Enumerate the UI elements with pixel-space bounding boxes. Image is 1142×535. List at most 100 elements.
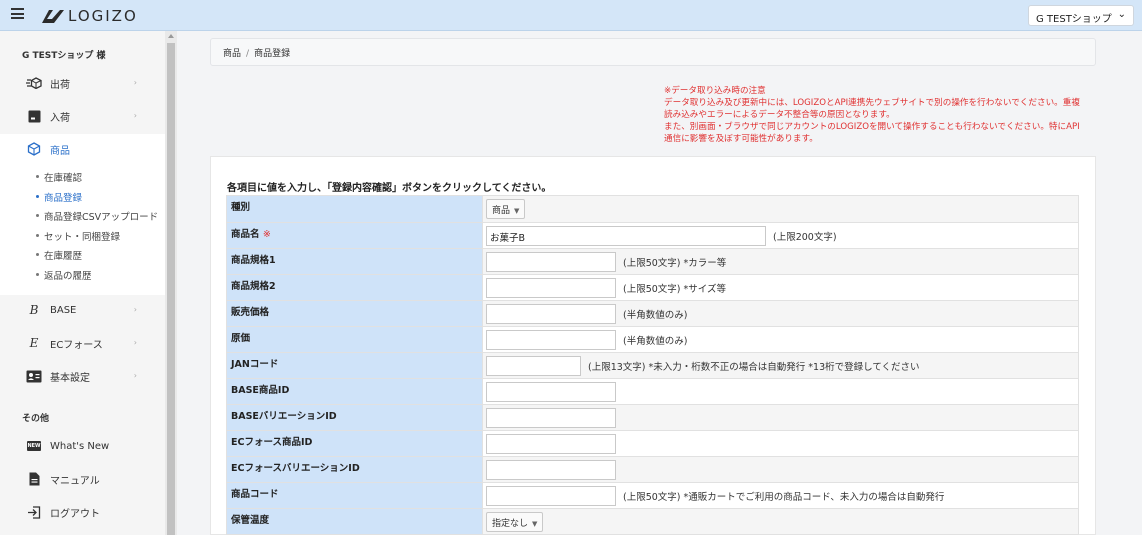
- new-badge-text: NEW: [27, 441, 41, 451]
- chevron-right-icon: ›: [133, 111, 137, 120]
- required-mark: ※: [262, 229, 271, 240]
- sidebar-section-other: その他: [22, 414, 50, 424]
- field-hint: (半角数値のみ): [623, 335, 688, 347]
- field-hint: (上限13文字) *未入力・桁数不正の場合は自動発行 *13桁で登録してください: [588, 361, 920, 373]
- sidebar-item-manual[interactable]: マニュアル: [0, 464, 165, 494]
- sidebar-item-label: ECフォース: [50, 339, 103, 351]
- product-form-table: 種別 商品 ▼ 商品名 ※ お菓子B (上限200文字) 商品規格1 (上限50文字…: [226, 195, 1079, 535]
- sidebar-item-products[interactable]: 商品: [0, 134, 165, 164]
- menu-icon[interactable]: [11, 8, 24, 19]
- price-input[interactable]: [486, 303, 616, 324]
- chevron-right-icon: ›: [133, 338, 137, 347]
- form-row-base-product-id: BASE商品ID: [226, 378, 1079, 405]
- sidebar-subitem-set-register[interactable]: セット・同梱登録: [35, 229, 120, 243]
- breadcrumb: 商品 / 商品登録: [210, 38, 1096, 66]
- field-label: ECフォース商品ID: [226, 430, 483, 457]
- field-hint: (上限50文字) *通販カートでご利用の商品コード、未入力の場合は自動発行: [623, 491, 945, 503]
- sidebar-subitem-stock-check[interactable]: 在庫確認: [35, 170, 82, 184]
- sidebar-subitem-stock-history[interactable]: 在庫履歴: [35, 248, 82, 262]
- field-hint: (上限50文字) *サイズ等: [623, 283, 726, 295]
- product-code-input[interactable]: [486, 485, 616, 506]
- notice-line: ※データ取り込み時の注意: [664, 86, 766, 96]
- chevron-down-icon: ⌄: [1117, 9, 1126, 20]
- sidebar-subitem-return-history[interactable]: 返品の履歴: [36, 268, 92, 282]
- form-row-base-variation-id: BASEバリエーションID: [226, 404, 1079, 431]
- sidebar-item-label: 出荷: [50, 79, 70, 91]
- sidebar-item-whats-new[interactable]: NEW What's New: [0, 431, 165, 461]
- product-name-input[interactable]: お菓子B: [486, 225, 766, 246]
- caret-down-icon: ▼: [514, 207, 520, 215]
- field-label: 保管温度: [226, 508, 483, 535]
- sidebar-item-settings[interactable]: 基本設定 ›: [0, 361, 165, 391]
- sidebar-item-label: 入荷: [50, 112, 70, 124]
- scrollbar-thumb[interactable]: [167, 43, 175, 535]
- sidebar-item-label: 商品: [50, 145, 70, 157]
- ecforce-variation-id-input[interactable]: [486, 459, 616, 480]
- form-row-product-name: 商品名 ※ お菓子B (上限200文字): [226, 222, 1079, 249]
- jan-input[interactable]: [486, 355, 581, 376]
- base-letter-icon: B: [29, 303, 39, 317]
- ecforce-product-id-input[interactable]: [486, 433, 616, 454]
- form-row-ecforce-variation-id: ECフォースバリエーションID: [226, 456, 1079, 483]
- sidebar-item-label: What's New: [50, 440, 110, 452]
- form-row-storage-temp: 保管温度 指定なし ▼: [226, 508, 1079, 535]
- form-row-product-code: 商品コード (上限50文字) *通販カートでご利用の商品コード、未入力の場合は自…: [226, 482, 1079, 509]
- field-label: 商品名 ※: [226, 222, 483, 249]
- sidebar-subitem-product-register[interactable]: 商品登録: [35, 190, 82, 204]
- field-label-text: 商品名: [231, 229, 260, 240]
- field-label: 商品コード: [226, 482, 483, 509]
- field-hint: (上限50文字) *カラー等: [623, 257, 727, 269]
- brand-name: LOGIZO: [68, 7, 138, 25]
- field-label: 販売価格: [226, 300, 483, 327]
- type-select-value: 商品: [492, 206, 511, 216]
- sidebar-shop-name: G TESTショップ 様: [22, 51, 106, 61]
- caret-down-icon: ▼: [532, 519, 538, 528]
- sidebar-item-logout[interactable]: ログアウト: [0, 497, 165, 527]
- storage-temp-select[interactable]: 指定なし ▼: [486, 511, 544, 532]
- type-select[interactable]: 商品 ▼: [486, 199, 526, 219]
- form-row-spec2: 商品規格2 (上限50文字) *サイズ等: [226, 274, 1079, 301]
- field-label: 商品規格2: [226, 274, 483, 301]
- shipping-box-icon: [26, 76, 42, 90]
- sidebar: G TESTショップ 様 出荷 › 入荷 › 商品 在庫確認 商品登録 商品登録…: [0, 31, 165, 535]
- chevron-right-icon: ›: [133, 371, 137, 380]
- breadcrumb-separator: /: [246, 49, 250, 59]
- base-variation-id-input[interactable]: [486, 407, 616, 428]
- form-row-price: 販売価格 (半角数値のみ): [226, 300, 1079, 327]
- spec2-input[interactable]: [486, 277, 616, 298]
- sidebar-subitem-csv-upload[interactable]: 商品登録CSVアップロード: [35, 209, 158, 223]
- spec1-input[interactable]: [486, 251, 616, 272]
- chevron-right-icon: ›: [133, 305, 137, 314]
- cost-input[interactable]: [486, 329, 616, 350]
- sidebar-scrollbar[interactable]: [165, 31, 177, 535]
- id-card-icon: [26, 369, 42, 383]
- sidebar-item-shipping[interactable]: 出荷 ›: [0, 68, 165, 98]
- storage-temp-select-value: 指定なし: [492, 518, 529, 529]
- field-label: 種別: [226, 195, 483, 223]
- notice-line: また、別画面・ブラウザで同じアカウントのLOGIZOを開いて操作することも行わな…: [664, 122, 1080, 144]
- form-row-cost: 原価 (半角数値のみ): [226, 326, 1079, 353]
- shop-selector[interactable]: G TESTショップ ⌄: [1028, 5, 1134, 26]
- scroll-up-icon[interactable]: [168, 34, 174, 38]
- sidebar-item-label: マニュアル: [50, 475, 100, 487]
- form-row-ecforce-product-id: ECフォース商品ID: [226, 430, 1079, 457]
- ecforce-letter-icon: E: [29, 336, 39, 350]
- inbox-icon: [26, 109, 42, 123]
- top-bar: LOGIZO G TESTショップ ⌄: [0, 0, 1142, 31]
- field-label: BASE商品ID: [226, 378, 483, 405]
- sidebar-item-ecforce[interactable]: E ECフォース ›: [0, 328, 165, 358]
- field-label: JANコード: [226, 352, 483, 379]
- field-label: 商品規格1: [226, 248, 483, 275]
- field-label: BASEバリエーションID: [226, 404, 483, 431]
- sidebar-item-receiving[interactable]: 入荷 ›: [0, 101, 165, 131]
- import-notice: ※データ取り込み時の注意 データ取り込み及び更新中には、LOGIZOとAPI連携…: [664, 85, 1084, 145]
- new-badge-icon: NEW: [26, 439, 42, 453]
- field-label: 原価: [226, 326, 483, 353]
- cube-icon: [26, 142, 42, 156]
- logo-mark-icon: [42, 10, 64, 23]
- logo[interactable]: LOGIZO: [40, 6, 138, 26]
- breadcrumb-root[interactable]: 商品: [223, 49, 241, 59]
- sidebar-item-base[interactable]: B BASE ›: [0, 295, 165, 325]
- base-product-id-input[interactable]: [486, 381, 616, 402]
- form-row-spec1: 商品規格1 (上限50文字) *カラー等: [226, 248, 1079, 275]
